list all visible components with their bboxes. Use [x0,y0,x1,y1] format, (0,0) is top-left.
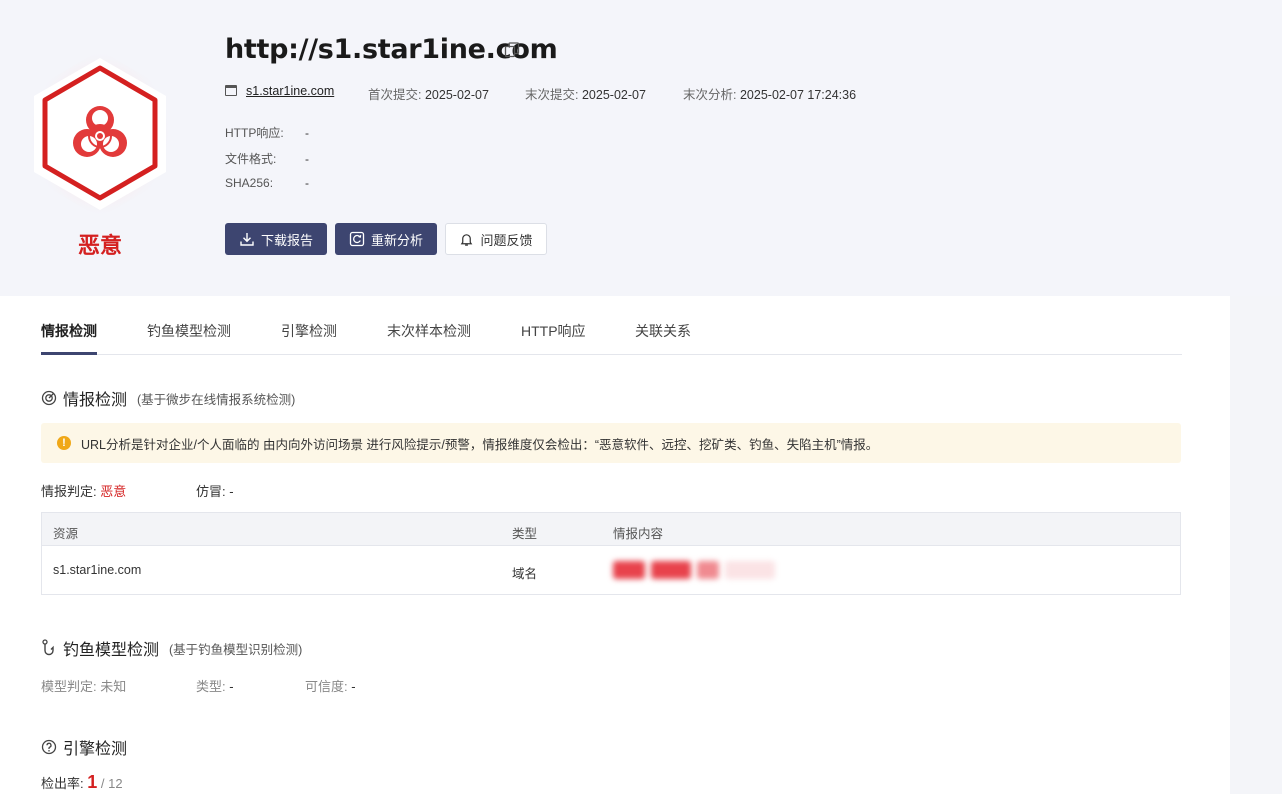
cell-type: 域名 [512,567,538,581]
intel-tag-blurred [651,561,691,579]
report-body: 情报检测 钓鱼模型检测 引擎检测 末次样本检测 HTTP响应 关联关系 情报检测… [0,296,1230,794]
tab-bar: 情报检测 钓鱼模型检测 引擎检测 末次样本检测 HTTP响应 关联关系 [41,296,1182,355]
tab-http-response[interactable]: HTTP响应 [521,321,586,341]
column-header-resource: 资源 [53,527,79,541]
confidence-value: - [351,679,356,694]
active-tab-indicator [41,352,97,355]
first-submit-label: 首次提交: [368,88,422,102]
fake-label: 仿冒: [196,484,226,499]
warning-icon: ! [57,436,71,450]
last-analysis-value: 2025-02-07 17:24:36 [739,88,857,102]
sha256-value: - [305,176,309,190]
file-format-row: 文件格式: - [225,150,309,167]
download-icon [240,233,254,246]
table-row: s1.star1ine.com 域名 [42,546,1180,594]
model-judge-label: 模型判定: [41,679,97,694]
fake-value: - [229,484,234,499]
tab-last-sample[interactable]: 末次样本检测 [387,321,471,341]
tab-intel[interactable]: 情报检测 [41,321,97,341]
total-engines: / 12 [100,776,123,791]
http-response-value: - [305,126,309,140]
last-submit-value: 2025-02-07 [581,88,646,102]
intel-tag-blurred [725,561,775,579]
tab-phishing-model[interactable]: 钓鱼模型检测 [147,321,231,341]
notice-text: URL分析是针对企业/个人面临的 由内向外访问场景 进行风险提示/预警，情报维度… [81,437,879,452]
column-header-content: 情报内容 [613,527,664,541]
confidence-label: 可信度: [305,679,348,694]
report-header: 恶意 http://s1.star1ine.com s1.star1ine.co… [0,0,1282,296]
browser-window-icon [225,85,237,96]
detection-rate-label: 检出率: [41,776,84,791]
verdict-label: 恶意 [77,234,122,259]
cell-resource: s1.star1ine.com [53,563,142,577]
detection-rate-row: 检出率: 1 / 12 [41,772,123,793]
intel-judge-label: 情报判定: [41,484,97,499]
phishing-subtitle: (基于钓鱼模型识别检测) [169,642,303,657]
fishhook-icon [42,639,54,656]
phishing-type-label: 类型: [196,679,226,694]
feedback-label: 问题反馈 [480,232,533,248]
intel-subtitle: (基于微步在线情报系统检测) [137,392,296,407]
http-response-row: HTTP响应: - [225,124,309,141]
radar-icon [41,390,57,406]
file-format-label: 文件格式: [225,152,277,166]
engine-title: 引擎检测 [63,741,128,758]
last-analysis-label: 末次分析: [683,88,737,102]
notice-banner: ! URL分析是针对企业/个人面临的 由内向外访问场景 进行风险提示/预警，情报… [41,423,1181,463]
intel-tag-blurred [697,561,719,579]
file-format-value: - [305,152,309,166]
intel-judge-value: 恶意 [100,484,127,499]
copy-icon[interactable] [504,42,520,58]
model-judge-value: 未知 [100,679,127,694]
phishing-type-value: - [229,679,234,694]
intel-table: 资源 类型 情报内容 s1.star1ine.com 域名 [41,512,1181,595]
download-report-label: 下载报告 [260,232,313,248]
column-header-type: 类型 [512,527,538,541]
last-submit-label: 末次提交: [525,88,579,102]
intel-section-title: 情报检测 (基于微步在线情报系统检测) [41,386,295,410]
phishing-section-title: 钓鱼模型检测 (基于钓鱼模型识别检测) [41,636,302,660]
question-circle-icon [41,739,57,755]
malicious-badge-icon [20,48,180,218]
first-submit-value: 2025-02-07 [424,88,489,102]
refresh-icon [349,231,365,247]
intel-title: 情报检测 [63,392,128,409]
intel-tag-blurred [613,561,645,579]
phishing-title: 钓鱼模型检测 [63,642,160,659]
sha256-row: SHA256: - [225,176,309,190]
tab-engine[interactable]: 引擎检测 [281,321,337,341]
domain-link[interactable]: s1.star1ine.com [246,84,334,98]
tab-relations[interactable]: 关联关系 [635,321,691,341]
feedback-button[interactable]: 问题反馈 [445,223,547,255]
bell-icon [461,233,473,246]
engine-section-title: 引擎检测 [41,735,127,759]
table-header: 资源 类型 情报内容 [42,513,1180,546]
reanalyze-button[interactable]: 重新分析 [335,223,437,255]
download-report-button[interactable]: 下载报告 [225,223,327,255]
sha256-label: SHA256: [225,176,274,190]
detected-count: 1 [87,772,98,792]
http-response-label: HTTP响应: [225,126,284,140]
reanalyze-label: 重新分析 [370,232,423,248]
